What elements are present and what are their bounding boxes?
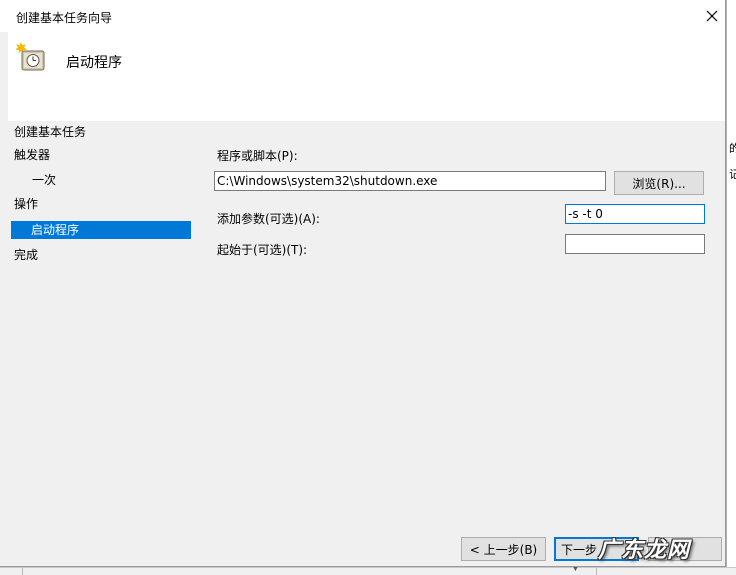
watermark-logo: 广东龙网 — [598, 538, 691, 563]
background-text-fragment: 的 — [729, 142, 736, 155]
close-icon — [706, 10, 717, 22]
sidebar-item-action[interactable]: 操作 — [14, 195, 38, 213]
args-label: 添加参数(可选)(A): — [217, 212, 320, 226]
page-title: 启动程序 — [66, 55, 122, 71]
start-in-label: 起始于(可选)(T): — [217, 243, 308, 257]
args-field[interactable]: -s -t 0 — [565, 204, 705, 224]
sidebar-item-once[interactable]: 一次 — [32, 171, 56, 189]
background-text-fragment: 记 — [729, 168, 736, 181]
background-window-edge: 的 记 — [726, 0, 736, 574]
window-title: 创建基本任务向导 — [16, 11, 113, 25]
wizard-header: 启动程序 — [8, 32, 725, 121]
sidebar-title: 创建基本任务 — [14, 125, 87, 139]
back-button[interactable]: < 上一步(B) — [461, 537, 546, 561]
title-bar: 创建基本任务向导 — [0, 0, 725, 32]
clock-icon — [16, 42, 45, 71]
create-basic-task-wizard: 创建基本任务向导 启动程序 创建基本任务 触发器 一次 操作 启动程序 完成 程… — [0, 0, 726, 567]
sidebar-item-trigger[interactable]: 触发器 — [14, 146, 50, 164]
start-in-field[interactable] — [565, 234, 705, 254]
program-field[interactable]: C:\Windows\system32\shutdown.exe — [214, 171, 606, 191]
sidebar-item-start-program[interactable]: 启动程序 — [11, 221, 191, 239]
sidebar-item-finish[interactable]: 完成 — [14, 246, 38, 264]
program-label: 程序或脚本(P): — [217, 149, 298, 163]
browse-button[interactable]: 浏览(R)... — [614, 171, 704, 195]
close-button[interactable] — [698, 0, 725, 32]
